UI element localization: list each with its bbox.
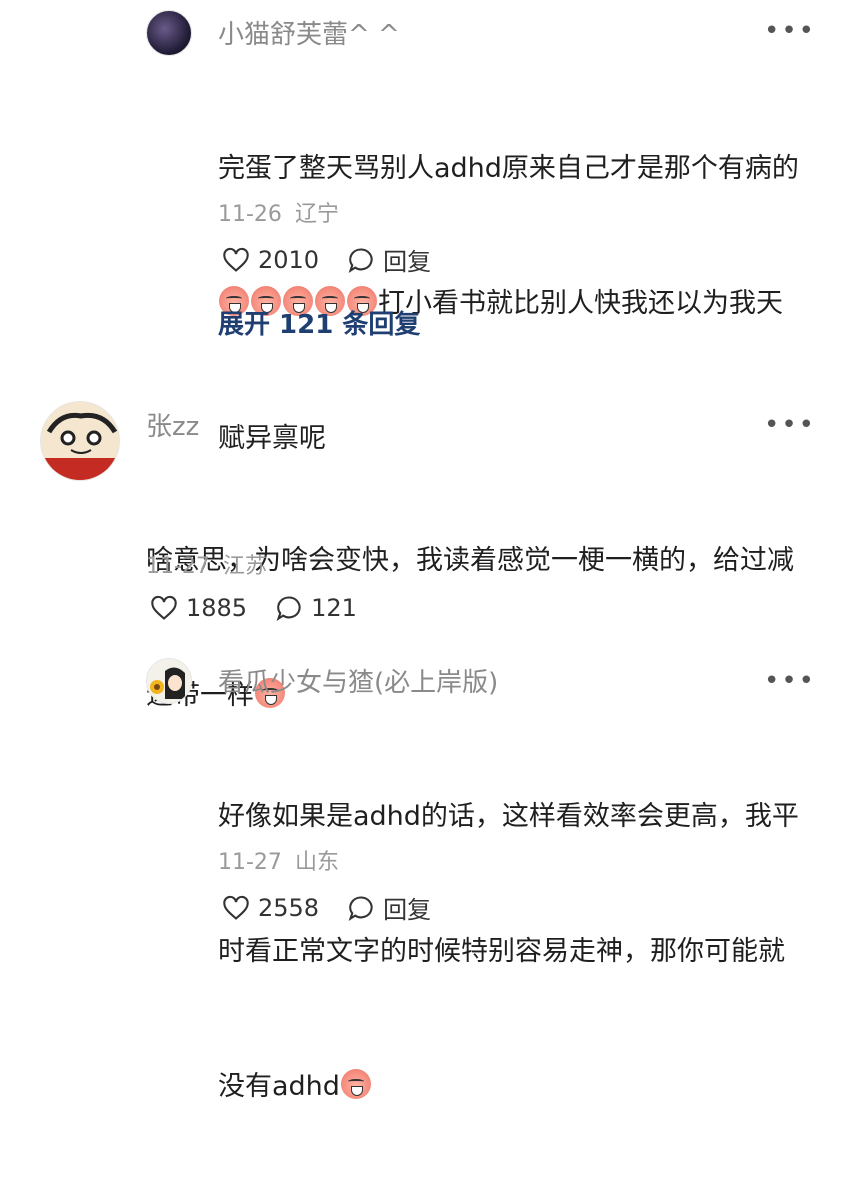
comment-text-line: 时看正常文字的时候特别容易走神，那你可能就 xyxy=(218,936,785,967)
comment-text-span: 打小看书就比别人快我还以为我天 xyxy=(378,288,783,319)
comment-date: 11-27 xyxy=(146,554,210,579)
reply-label: 回复 xyxy=(383,248,432,276)
heart-icon xyxy=(151,595,177,620)
cartoon-avatar-icon xyxy=(41,402,119,480)
crying-face-emoji xyxy=(340,1069,371,1099)
reply-button[interactable]: 回复 xyxy=(347,242,431,277)
comment-bubble-icon xyxy=(348,895,373,921)
reply-label: 回复 xyxy=(383,896,432,924)
username[interactable]: 看瓜少女与猹(必上岸版) xyxy=(218,662,498,699)
more-dots-icon[interactable]: ••• xyxy=(764,18,816,44)
comment-bubble-icon xyxy=(276,596,301,621)
comment-meta: 11-27 山东 xyxy=(218,844,339,876)
avatar[interactable] xyxy=(146,658,192,704)
comment-meta: 11-27 江苏 xyxy=(146,548,267,580)
comment-actions: 1885 121 xyxy=(150,594,385,622)
more-dots-icon[interactable]: ••• xyxy=(764,668,816,694)
avatar[interactable] xyxy=(146,10,192,56)
comment-text-line: 没有adhd xyxy=(218,1064,828,1109)
comment-text-line: 好像如果是adhd的话，这样看效率会更高，我平 xyxy=(218,801,799,832)
comment-meta: 11-26 辽宁 xyxy=(218,196,339,228)
like-button[interactable]: 2558 xyxy=(222,894,319,922)
more-dots-icon[interactable]: ••• xyxy=(764,412,816,438)
like-count: 2558 xyxy=(258,893,320,922)
expand-replies-button[interactable]: 展开 121 条回复 xyxy=(218,304,420,341)
comment-text-line: 完蛋了整天骂别人adhd原来自己才是那个有病的 xyxy=(218,153,799,184)
username[interactable]: 张zz xyxy=(146,406,199,443)
comment-location: 江苏 xyxy=(222,554,267,579)
avatar[interactable] xyxy=(40,401,120,481)
username[interactable]: 小猫舒芙蕾^ ^ xyxy=(218,14,400,51)
like-count: 1885 xyxy=(186,594,248,622)
comment-bubble-icon xyxy=(348,247,373,273)
reply-count: 121 xyxy=(311,594,357,622)
like-button[interactable]: 2010 xyxy=(222,246,319,274)
heart-icon xyxy=(223,247,249,272)
comment-actions: 2010 回复 xyxy=(222,242,459,277)
comment-date: 11-27 xyxy=(218,850,282,875)
like-count: 2010 xyxy=(258,245,320,274)
comment-text-span: 没有adhd xyxy=(218,1071,340,1102)
comment-location: 山东 xyxy=(294,850,339,875)
comment-actions: 2558 回复 xyxy=(222,890,459,925)
like-button[interactable]: 1885 xyxy=(150,594,247,622)
cartoon-girl-avatar-icon xyxy=(147,659,191,703)
reply-button[interactable]: 121 xyxy=(275,594,357,622)
reply-button[interactable]: 回复 xyxy=(347,890,431,925)
comment-text: 好像如果是adhd的话，这样看效率会更高，我平 时看正常文字的时候特别容易走神，… xyxy=(218,704,828,1199)
heart-icon xyxy=(223,895,249,920)
comment-date: 11-26 xyxy=(218,202,282,227)
comment-location: 辽宁 xyxy=(294,202,339,227)
